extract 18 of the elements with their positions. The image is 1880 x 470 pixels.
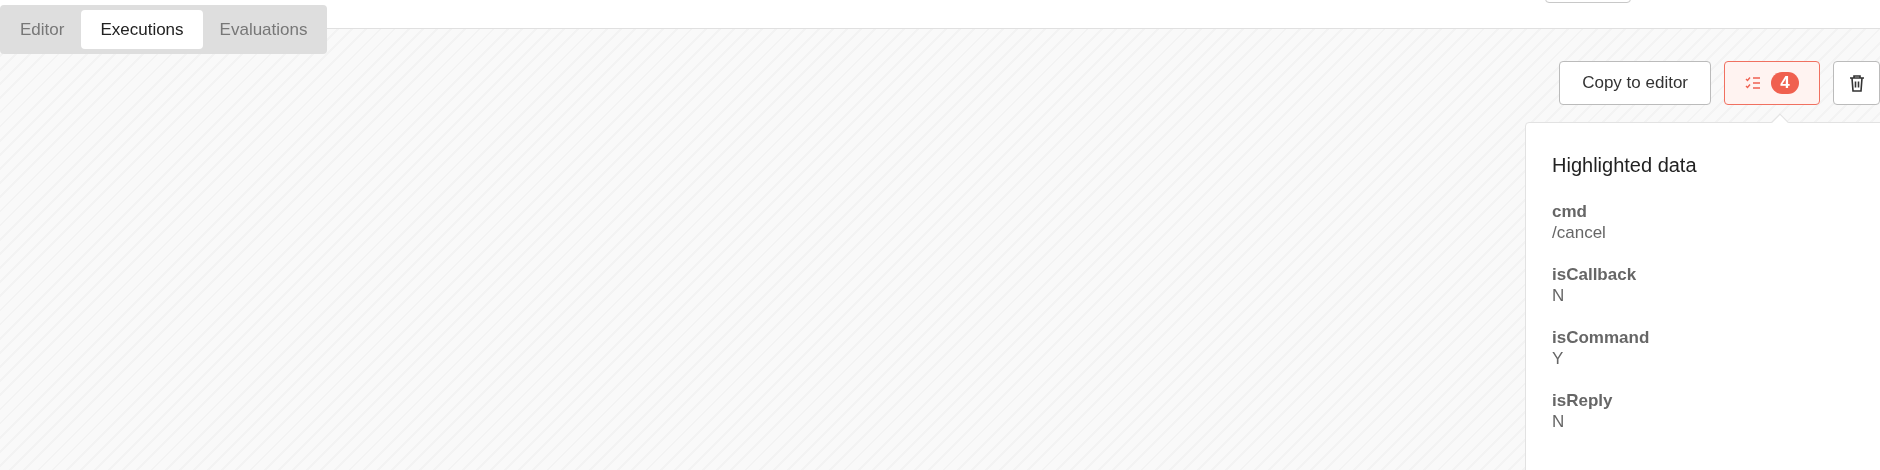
data-value: Y — [1552, 348, 1565, 369]
tab[interactable]: Executions — [81, 10, 203, 49]
data-value: /cancel — [1552, 222, 1607, 243]
checklist-icon — [1745, 76, 1761, 90]
tab[interactable]: Editor — [5, 10, 80, 49]
highlighted-data-button[interactable]: 4 — [1724, 61, 1820, 105]
highlight-count: 4 — [1771, 72, 1799, 94]
data-key: isReply — [1552, 390, 1880, 411]
delete-button[interactable] — [1833, 61, 1880, 105]
trash-icon — [1848, 74, 1865, 92]
data-key: isCallback — [1552, 264, 1880, 285]
data-value: N — [1552, 285, 1566, 306]
tab[interactable]: Evaluations — [204, 10, 323, 49]
data-value: N — [1552, 411, 1566, 432]
data-key: isCommand — [1552, 327, 1880, 348]
popover-title: Highlighted data — [1552, 153, 1698, 178]
data-key: cmd — [1552, 201, 1880, 222]
copy-to-editor-button[interactable]: Copy to editor — [1559, 61, 1711, 105]
